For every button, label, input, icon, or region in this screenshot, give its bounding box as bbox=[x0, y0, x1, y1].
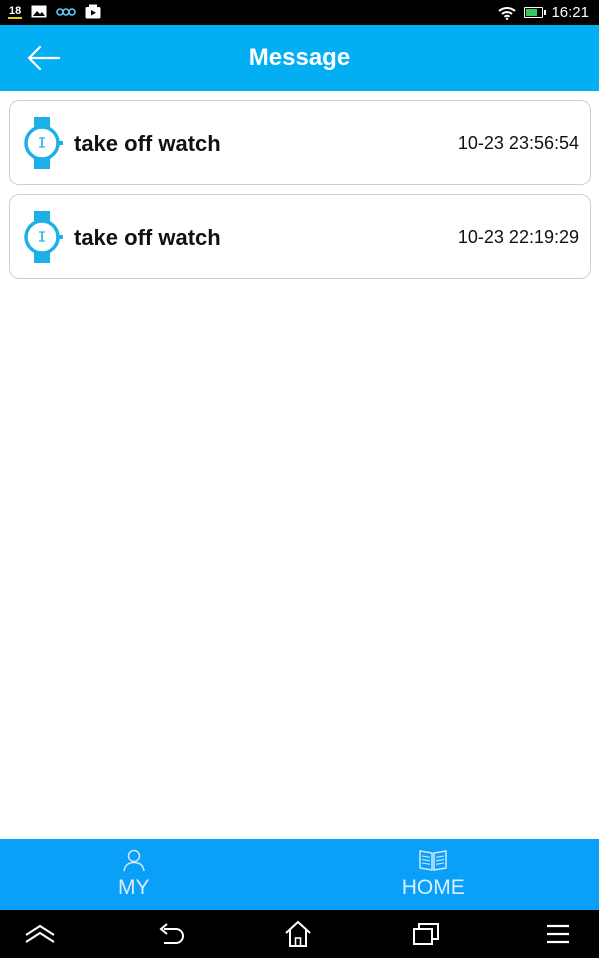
nav-home[interactable]: HOME bbox=[284, 839, 599, 910]
nav-my[interactable]: MY bbox=[0, 839, 284, 910]
status-time: 16:21 bbox=[551, 4, 589, 21]
watch-icon bbox=[24, 211, 63, 263]
home-icon bbox=[285, 920, 311, 947]
status-system: 16:21 bbox=[498, 3, 589, 22]
picture-icon bbox=[31, 5, 47, 18]
status-bar: 18 16:21 bbox=[0, 0, 599, 25]
message-item[interactable]: take off watch 10-23 22:19:29 bbox=[9, 194, 591, 279]
message-title: take off watch bbox=[74, 131, 221, 156]
person-icon bbox=[123, 849, 145, 872]
nav-home-label: HOME bbox=[401, 876, 465, 899]
back-icon bbox=[159, 923, 184, 944]
wifi-icon bbox=[498, 6, 517, 20]
page-title: Message bbox=[248, 44, 351, 71]
status-notifications: 18 bbox=[8, 4, 101, 19]
message-title: take off watch bbox=[74, 225, 221, 250]
battery-icon bbox=[524, 7, 547, 18]
menu-icon bbox=[547, 924, 569, 944]
message-item[interactable]: take off watch 10-23 23:56:54 bbox=[9, 100, 591, 185]
nav-my-label: MY bbox=[118, 876, 150, 899]
eco-icon bbox=[56, 7, 77, 16]
bottom-nav: MY HOME bbox=[0, 839, 599, 910]
home-nav-button[interactable] bbox=[280, 918, 316, 950]
back-nav-button[interactable] bbox=[153, 918, 189, 950]
notification-badge: 18 bbox=[8, 4, 23, 19]
menu-button[interactable] bbox=[540, 918, 576, 950]
book-icon bbox=[419, 850, 447, 871]
message-time: 10-23 23:56:54 bbox=[457, 133, 579, 153]
camera-icon bbox=[85, 4, 101, 19]
collapse-button[interactable] bbox=[22, 918, 58, 950]
recent-apps-icon bbox=[413, 923, 439, 945]
message-time: 10-23 22:19:29 bbox=[457, 227, 579, 247]
system-nav bbox=[0, 910, 599, 958]
collapse-icon bbox=[25, 924, 55, 943]
message-list: take off watch 10-23 23:56:54 take off w… bbox=[9, 100, 591, 288]
app-header: Message bbox=[0, 25, 599, 91]
watch-icon bbox=[24, 117, 63, 169]
recent-apps-button[interactable] bbox=[408, 918, 444, 950]
